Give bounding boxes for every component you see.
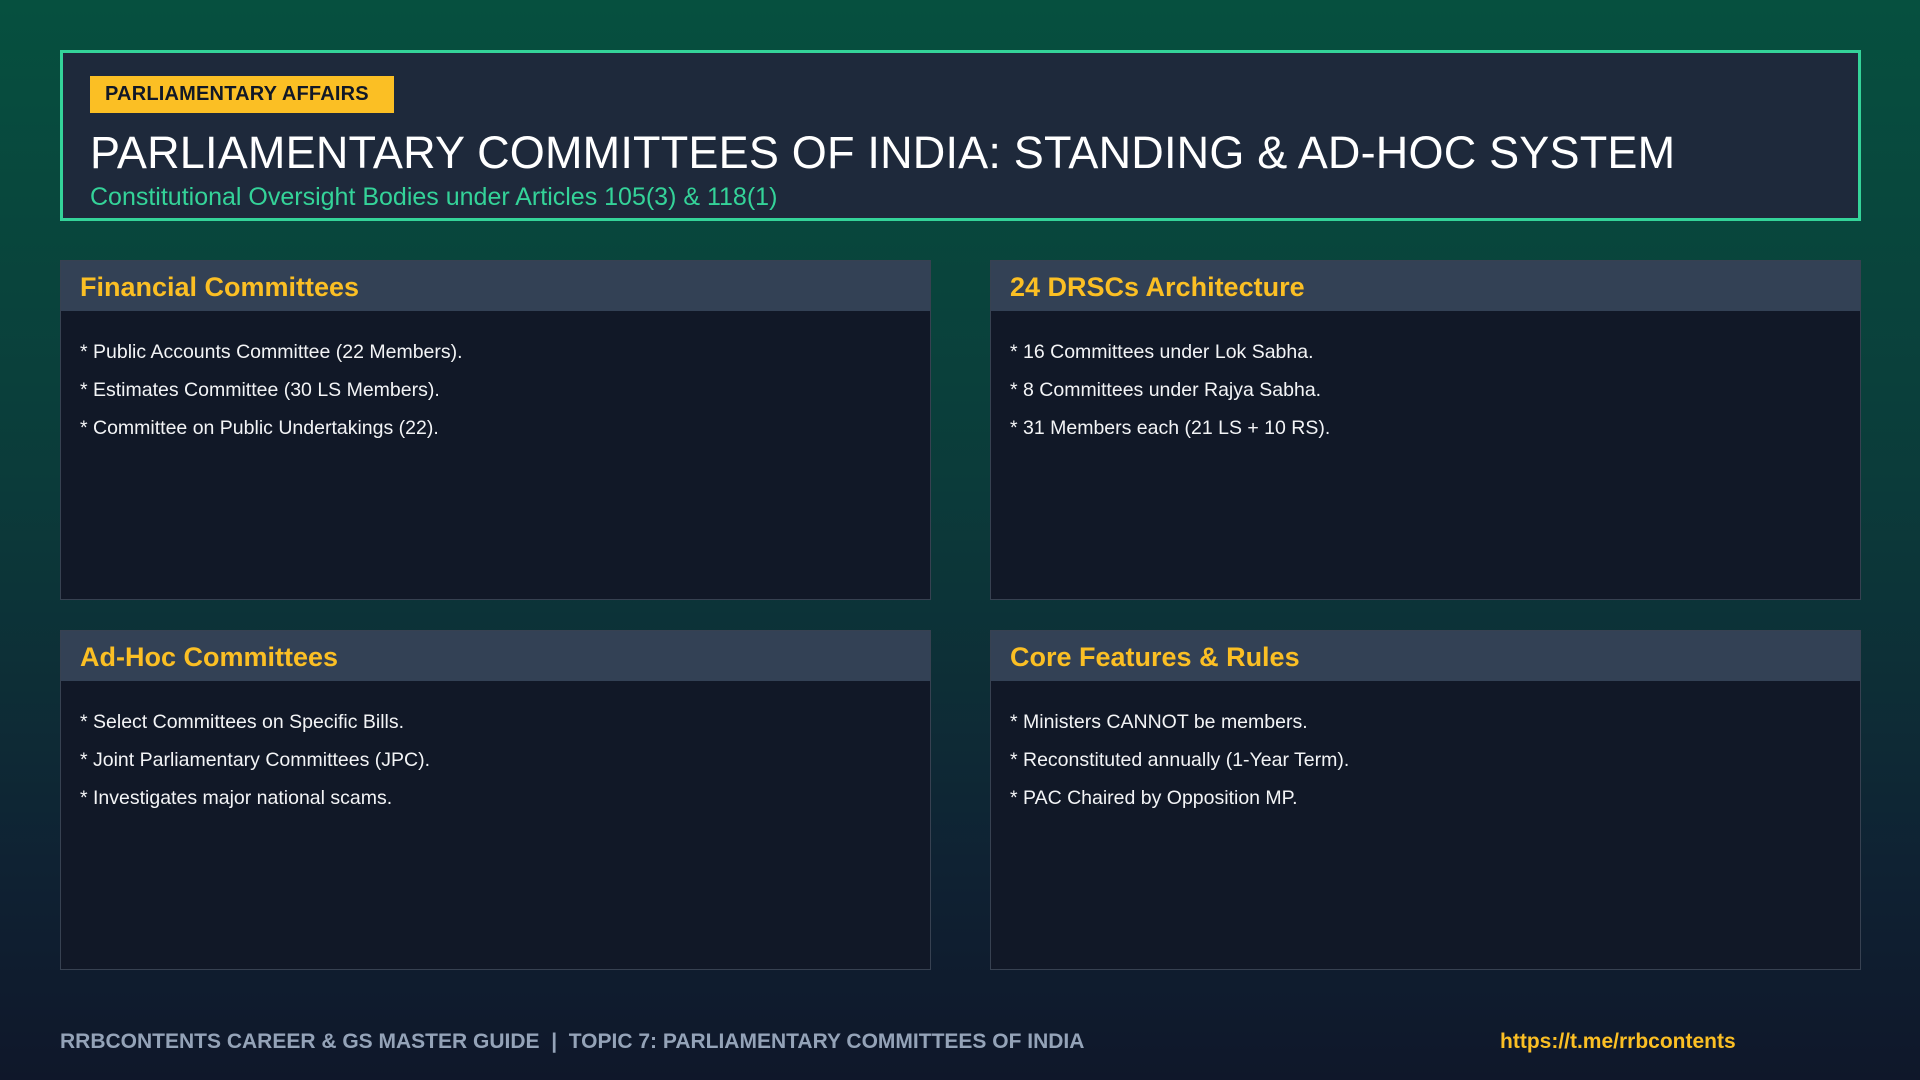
list-item: * Estimates Committee (30 LS Members). bbox=[80, 379, 440, 401]
card-list: * Select Committees on Specific Bills. *… bbox=[61, 681, 930, 817]
list-item: * 16 Committees under Lok Sabha. bbox=[1010, 341, 1314, 363]
card-title: Core Features & Rules bbox=[991, 631, 1860, 681]
list-item: * 8 Committees under Rajya Sabha. bbox=[1010, 379, 1322, 401]
footer-link[interactable]: https://t.me/rrbcontents bbox=[1500, 1030, 1736, 1054]
list-item: * Select Committees on Specific Bills. bbox=[80, 711, 405, 733]
card-financial-committees: Financial Committees * Public Accounts C… bbox=[60, 260, 931, 600]
page-subtitle: Constitutional Oversight Bodies under Ar… bbox=[90, 183, 778, 211]
list-item: * Joint Parliamentary Committees (JPC). bbox=[80, 749, 431, 771]
card-core-features: Core Features & Rules * Ministers CANNOT… bbox=[990, 630, 1861, 970]
category-badge: PARLIAMENTARY AFFAIRS bbox=[90, 76, 394, 113]
card-list: * Public Accounts Committee (22 Members)… bbox=[61, 311, 930, 447]
list-item: * PAC Chaired by Opposition MP. bbox=[1010, 787, 1298, 809]
card-list: * 16 Committees under Lok Sabha. * 8 Com… bbox=[991, 311, 1860, 447]
list-item: * Committee on Public Undertakings (22). bbox=[80, 417, 439, 439]
list-item: * Ministers CANNOT be members. bbox=[1010, 711, 1308, 733]
card-ad-hoc-committees: Ad-Hoc Committees * Select Committees on… bbox=[60, 630, 931, 970]
header-panel: PARLIAMENTARY AFFAIRS PARLIAMENTARY COMM… bbox=[60, 50, 1861, 221]
list-item: * Reconstituted annually (1-Year Term). bbox=[1010, 749, 1350, 771]
card-list: * Ministers CANNOT be members. * Reconst… bbox=[991, 681, 1860, 817]
list-item: * Public Accounts Committee (22 Members)… bbox=[80, 341, 463, 363]
footer-guide-text: RRBCONTENTS CAREER & GS MASTER GUIDE | T… bbox=[60, 1030, 1085, 1053]
card-drscs-architecture: 24 DRSCs Architecture * 16 Committees un… bbox=[990, 260, 1861, 600]
page-title: PARLIAMENTARY COMMITTEES OF INDIA: STAND… bbox=[90, 127, 1676, 178]
card-title: 24 DRSCs Architecture bbox=[991, 261, 1860, 311]
list-item: * 31 Members each (21 LS + 10 RS). bbox=[1010, 417, 1331, 439]
card-title: Financial Committees bbox=[61, 261, 930, 311]
card-title: Ad-Hoc Committees bbox=[61, 631, 930, 681]
list-item: * Investigates major national scams. bbox=[80, 787, 393, 809]
